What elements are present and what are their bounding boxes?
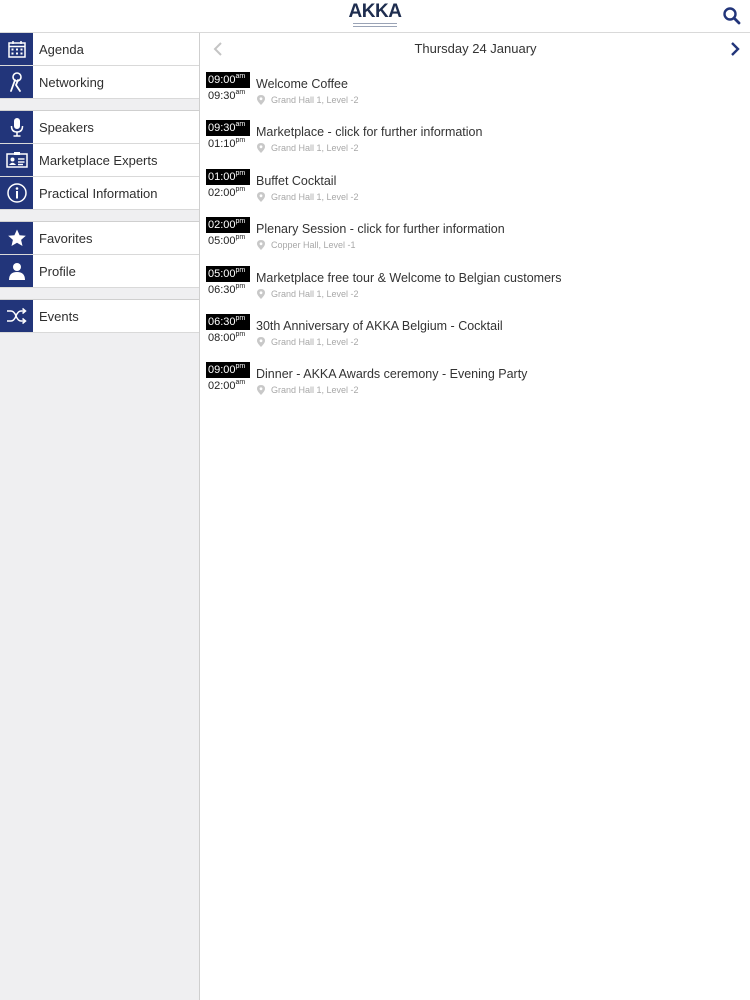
session-location: Grand Hall 1, Level -2 [257, 336, 359, 347]
sidebar-menu: Agenda Networking Speakers Marketplace E… [0, 33, 200, 1000]
sidebar-item-favorites[interactable]: Favorites [0, 222, 199, 255]
start-time: 09:00pm [206, 362, 250, 379]
session-time: 09:00am 09:30am [206, 72, 250, 104]
end-time: 01:10pm [208, 137, 246, 151]
sidebar-item-agenda[interactable]: Agenda [0, 33, 199, 66]
session-time: 02:00pm 05:00pm [206, 217, 250, 249]
end-time: 05:00pm [208, 234, 246, 248]
location-pin-icon [257, 95, 265, 105]
sidebar-item-label: Networking [39, 74, 105, 90]
sidebar-item-events[interactable]: Events [0, 300, 199, 333]
session-time: 09:30am 01:10pm [206, 120, 250, 152]
sidebar-item-marketplace-experts[interactable]: Marketplace Experts [0, 144, 199, 177]
location-pin-icon [257, 288, 265, 299]
sidebar-item-profile[interactable]: Profile [0, 255, 199, 288]
sidebar-item-label: Agenda [39, 41, 84, 57]
app-header: AKKA [0, 0, 750, 33]
session-time: 05:00pm 06:30pm [206, 265, 250, 298]
end-time: 02:00pm [208, 185, 246, 199]
session-item[interactable]: 01:00pm 02:00pm Buffet Cocktail Grand Ha… [201, 168, 750, 216]
end-time: 06:30pm [208, 282, 246, 296]
sidebar-item-networking[interactable]: Networking [0, 66, 199, 99]
session-location: Grand Hall 1, Level -2 [257, 191, 359, 202]
networking-icon [0, 66, 33, 98]
session-item[interactable]: 05:00pm 06:30pm Marketplace free tour & … [201, 265, 750, 313]
session-time: 01:00pm 02:00pm [206, 168, 250, 201]
session-title: Buffet Cocktail [256, 173, 337, 188]
sidebar-item-label: Practical Information [39, 185, 158, 201]
session-location: Grand Hall 1, Level -2 [257, 385, 359, 396]
start-time: 02:00pm [206, 217, 250, 234]
date-navigation: Thursday 24 January [201, 33, 750, 65]
session-item[interactable]: 02:00pm 05:00pm Plenary Session - click … [201, 216, 750, 264]
akka-logo: AKKA [340, 2, 410, 30]
location-pin-icon [257, 385, 265, 396]
session-item[interactable]: 06:30pm 08:00pm 30th Anniversary of AKKA… [201, 313, 750, 361]
star-icon [0, 222, 33, 254]
location-pin-icon [257, 336, 265, 347]
sidebar-item-label: Profile [39, 263, 76, 279]
session-location: Copper Hall, Level -1 [257, 240, 356, 251]
calendar-icon [0, 33, 33, 65]
session-title: Welcome Coffee [256, 77, 348, 91]
sidebar-item-label: Favorites [39, 230, 93, 246]
session-time: 06:30pm 08:00pm [206, 313, 250, 346]
sidebar-group-events: Events [0, 299, 199, 333]
sidebar-item-practical-information[interactable]: Practical Information [0, 177, 199, 210]
agenda-date: Thursday 24 January [414, 41, 537, 56]
sidebar-item-label: Marketplace Experts [39, 152, 158, 168]
session-item[interactable]: 09:00pm 02:00am Dinner - AKKA Awards cer… [201, 361, 750, 409]
start-time: 05:00pm [206, 265, 250, 282]
logo-text: AKKA [348, 1, 402, 22]
session-time: 09:00pm 02:00am [206, 362, 250, 394]
shuffle-icon [0, 300, 33, 332]
session-location: Grand Hall 1, Level -2 [257, 143, 359, 154]
end-time: 02:00am [208, 379, 246, 393]
sidebar-item-label: Events [39, 308, 79, 324]
microphone-icon [0, 111, 33, 143]
sidebar-group-personal: Favorites Profile [0, 221, 199, 288]
session-item[interactable]: 09:30am 01:10pm Marketplace - click for … [201, 119, 750, 167]
session-location: Grand Hall 1, Level -2 [257, 95, 359, 105]
logo-underline [353, 23, 397, 27]
info-icon [0, 177, 33, 209]
sidebar-group-people: Speakers Marketplace Experts Practical I… [0, 110, 199, 210]
session-location: Grand Hall 1, Level -2 [257, 288, 359, 299]
chevron-right-icon [731, 42, 740, 56]
session-title: Plenary Session - click for further info… [256, 222, 505, 237]
start-time: 09:00am [206, 72, 250, 88]
session-title: Dinner - AKKA Awards ceremony - Evening … [256, 367, 528, 382]
session-list: 09:00am 09:30am Welcome Coffee Grand Hal… [201, 71, 750, 410]
next-day-button[interactable] [726, 41, 742, 57]
end-time: 08:00pm [208, 330, 246, 344]
sidebar-group-main: Agenda Networking [0, 33, 199, 99]
start-time: 01:00pm [206, 168, 250, 185]
session-item[interactable]: 09:00am 09:30am Welcome Coffee Grand Hal… [201, 71, 750, 119]
location-pin-icon [257, 240, 265, 251]
agenda-panel: Thursday 24 January 09:00am 09:30am Welc… [201, 33, 750, 1000]
end-time: 09:30am [208, 89, 246, 102]
location-pin-icon [257, 143, 265, 154]
location-pin-icon [257, 191, 265, 202]
search-icon [723, 7, 741, 25]
session-title: Marketplace free tour & Welcome to Belgi… [256, 270, 562, 285]
id-card-icon [0, 144, 33, 176]
sidebar-item-label: Speakers [39, 119, 94, 135]
person-icon [0, 255, 33, 287]
session-title: Marketplace - click for further informat… [256, 125, 483, 140]
search-button[interactable] [720, 4, 744, 28]
session-title: 30th Anniversary of AKKA Belgium - Cockt… [256, 318, 503, 333]
start-time: 06:30pm [206, 313, 250, 330]
sidebar-item-speakers[interactable]: Speakers [0, 111, 199, 144]
start-time: 09:30am [206, 120, 250, 137]
